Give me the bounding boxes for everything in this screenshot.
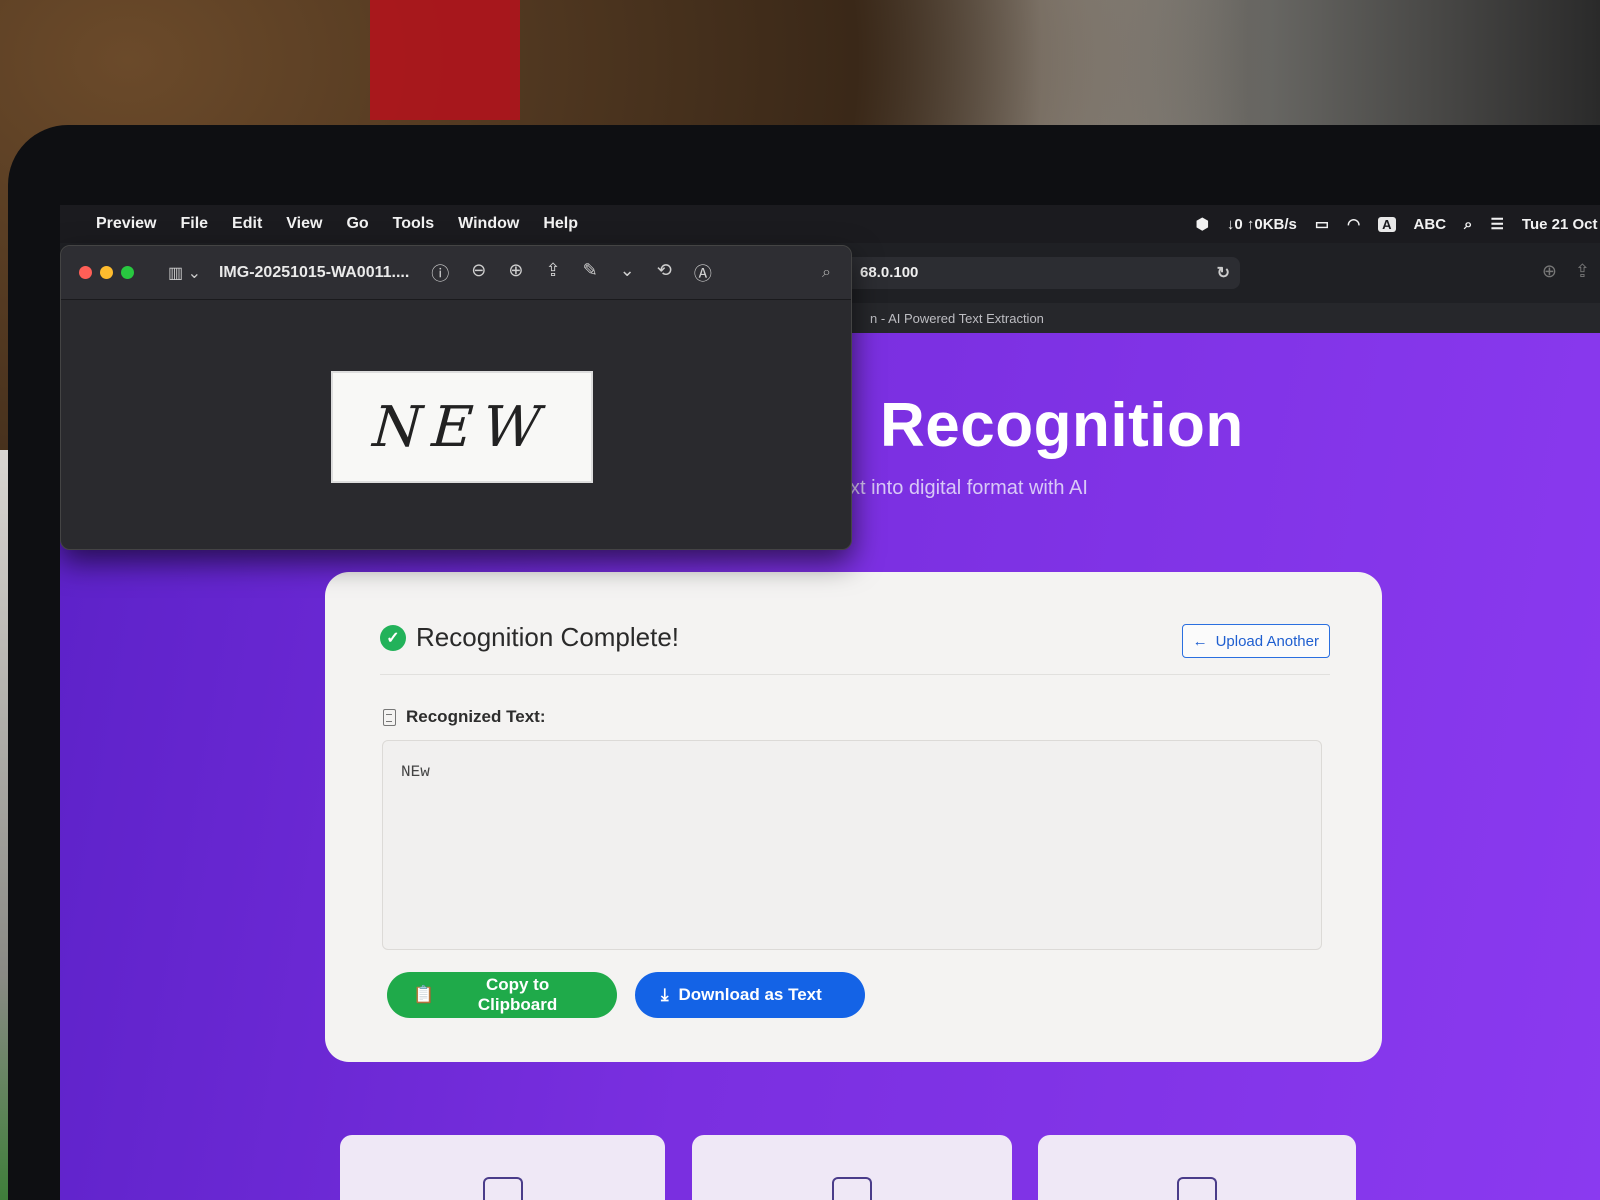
upload-another-button[interactable]: ← Upload Another xyxy=(1181,624,1330,658)
chevron-down-icon[interactable]: ⌄ xyxy=(620,260,635,286)
document-title: IMG-20251015-WA0011.... xyxy=(218,263,410,281)
laptop-screen: Preview File Edit View Go Tools Window H… xyxy=(60,205,1600,1200)
search-icon[interactable]: ⌕ xyxy=(822,264,831,282)
battery-icon[interactable]: ▭ xyxy=(1315,215,1329,233)
sidebar-toggle-icon[interactable]: ▥ ⌄ xyxy=(168,263,201,283)
menu-tools[interactable]: Tools xyxy=(393,215,434,233)
recognized-text-heading: Recognized Text: xyxy=(383,707,545,727)
menu-help[interactable]: Help xyxy=(543,215,578,233)
menu-bar: Preview File Edit View Go Tools Window H… xyxy=(60,205,1600,243)
background-object xyxy=(370,0,520,120)
feature-card xyxy=(1038,1135,1356,1200)
copy-to-clipboard-button[interactable]: 📋 Copy to Clipboard xyxy=(387,972,617,1018)
preview-tools: ⓘ ⊖ ⊕ ⇪ ✎ ⌄ ⟲ Ⓐ xyxy=(431,260,712,286)
feature-card xyxy=(692,1135,1012,1200)
zoom-out-icon[interactable]: ⊖ xyxy=(471,260,486,286)
download-as-text-button[interactable]: ⤓ Download as Text xyxy=(635,972,865,1018)
result-title: Recognition Complete! xyxy=(416,622,680,652)
browser-actions: ⊕ ⇪ xyxy=(1542,261,1590,282)
rotate-icon[interactable]: ⟲ xyxy=(657,260,672,286)
close-window-icon[interactable] xyxy=(79,266,92,279)
info-icon[interactable]: ⓘ xyxy=(431,260,449,286)
handwritten-text-image: NEW xyxy=(371,394,553,460)
downloads-icon[interactable]: ⊕ xyxy=(1542,261,1557,282)
window-controls xyxy=(79,266,134,279)
action-buttons: 📋 Copy to Clipboard ⤓ Download as Text xyxy=(387,972,865,1018)
share-icon[interactable]: ⇪ xyxy=(545,260,560,286)
recognized-text-area[interactable]: NEw xyxy=(382,740,1322,950)
markup-pen-icon[interactable]: ✎ xyxy=(583,260,598,286)
pen-icon xyxy=(832,1177,872,1200)
input-source-badge[interactable]: A xyxy=(1378,216,1396,232)
box-icon xyxy=(1177,1177,1217,1200)
zoom-in-icon[interactable]: ⊕ xyxy=(508,260,523,286)
result-header: ✓ Recognition Complete! xyxy=(380,622,679,653)
wifi-icon[interactable]: ◠ xyxy=(1347,215,1360,233)
page-title: Recognition xyxy=(880,391,1244,460)
network-speed[interactable]: ↓0 ↑0KB/s xyxy=(1227,216,1297,233)
clipboard-icon: 📋 xyxy=(413,985,435,1004)
download-button-label: Download as Text xyxy=(678,985,822,1004)
recognized-text-label: Recognized Text: xyxy=(406,707,546,726)
arrow-left-icon: ← xyxy=(1192,632,1208,650)
preview-image: NEW xyxy=(331,371,593,483)
cube-icon[interactable]: ⬢ xyxy=(1196,215,1209,233)
menu-go[interactable]: Go xyxy=(346,215,368,233)
shield-icon xyxy=(482,1177,523,1200)
spotlight-search-icon[interactable]: ⌕ xyxy=(1464,216,1472,233)
document-icon xyxy=(383,708,396,726)
control-center-icon[interactable]: ☰ xyxy=(1490,215,1503,233)
feature-card xyxy=(340,1135,665,1200)
download-icon: ⤓ xyxy=(661,985,669,1004)
divider xyxy=(380,674,1330,675)
preview-toolbar: ▥ ⌄ IMG-20251015-WA0011.... ⓘ ⊖ ⊕ ⇪ ✎ ⌄ … xyxy=(61,246,851,300)
url-text: 68.0.100 xyxy=(860,264,919,281)
preview-window: ▥ ⌄ IMG-20251015-WA0011.... ⓘ ⊖ ⊕ ⇪ ✎ ⌄ … xyxy=(60,245,852,550)
markup-icon[interactable]: Ⓐ xyxy=(694,260,712,286)
reload-icon[interactable]: ↻ xyxy=(1217,263,1230,283)
page-subtitle: xt into digital format with AI xyxy=(850,477,1088,499)
zoom-window-icon[interactable] xyxy=(121,266,134,279)
minimize-window-icon[interactable] xyxy=(100,266,113,279)
upload-another-label: Upload Another xyxy=(1215,632,1319,650)
clock[interactable]: Tue 21 Oct 1 xyxy=(1522,216,1600,233)
share-icon[interactable]: ⇪ xyxy=(1575,261,1590,282)
input-source-label[interactable]: ABC xyxy=(1414,216,1447,233)
menu-file[interactable]: File xyxy=(180,215,208,233)
copy-button-label: Copy to Clipboard xyxy=(477,975,558,1014)
menu-view[interactable]: View xyxy=(286,215,322,233)
menu-edit[interactable]: Edit xyxy=(232,215,262,233)
check-circle-icon: ✓ xyxy=(380,624,406,651)
menu-window[interactable]: Window xyxy=(458,215,519,233)
menu-extras: ⬢ ↓0 ↑0KB/s ▭ ◠ A ABC ⌕ ☰ Tue 21 Oct 1 xyxy=(1196,215,1600,234)
result-card: ✓ Recognition Complete! ← Upload Another… xyxy=(325,572,1382,1062)
menu-app-name[interactable]: Preview xyxy=(96,215,156,233)
tab-active[interactable]: n - AI Powered Text Extraction xyxy=(870,311,1044,326)
